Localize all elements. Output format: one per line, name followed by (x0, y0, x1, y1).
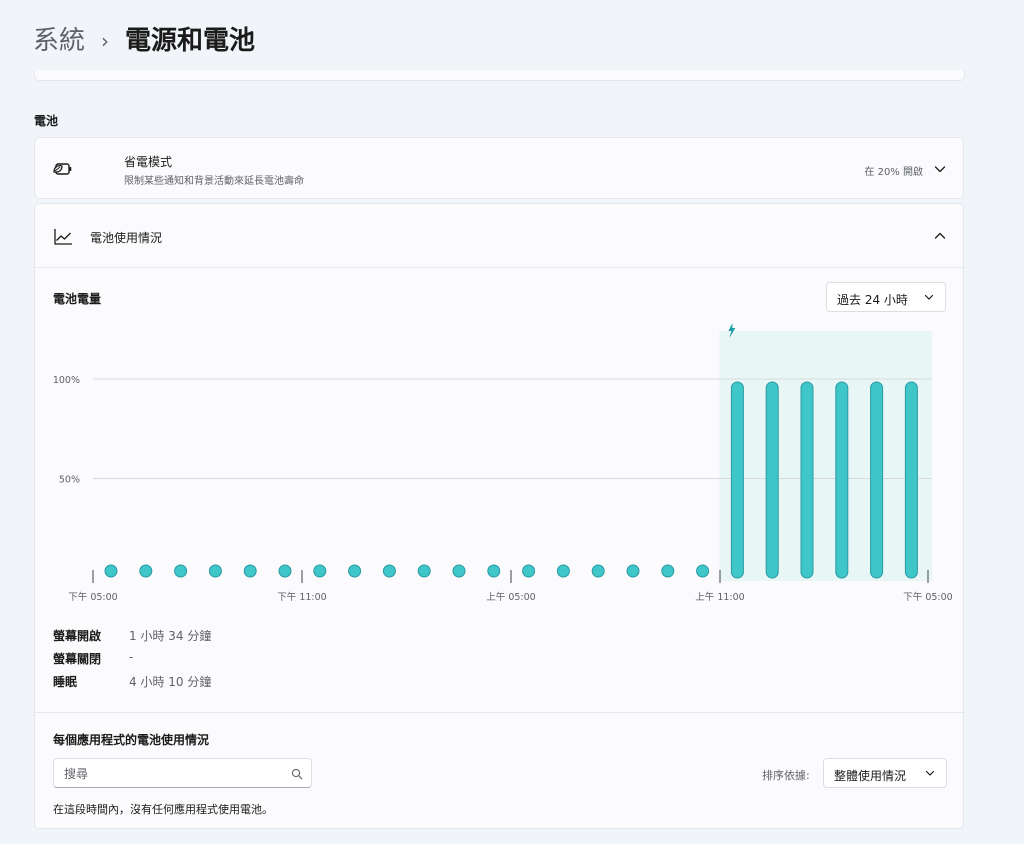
stat-label: 螢幕關閉 (53, 652, 102, 666)
battery-bar (870, 381, 884, 579)
battery-dot (452, 564, 466, 578)
battery-dot (591, 564, 605, 578)
x-tick-label: 上午 05:00 (486, 591, 535, 603)
battery-saver-status: 在 20% 開啟 (864, 167, 923, 178)
battery-dot (522, 564, 536, 578)
battery-bar (800, 381, 814, 579)
battery-bar (835, 381, 849, 579)
battery-dot (104, 564, 118, 578)
battery-dot (556, 564, 570, 578)
battery-saver-card[interactable]: 省電模式 限制某些通知和背景活動來延長電池壽命 在 20% 開啟 (34, 137, 964, 199)
line-chart-icon (54, 229, 72, 245)
battery-saver-title: 省電模式 (124, 155, 173, 169)
charging-band (719, 331, 933, 581)
battery-leaf-icon (53, 163, 72, 175)
battery-dot (208, 564, 222, 578)
sort-dropdown[interactable]: 整體使用情況 (823, 758, 947, 788)
y-tick-label: 100% (53, 375, 80, 386)
battery-bar (904, 381, 918, 579)
breadcrumb-separator: › (101, 29, 110, 53)
search-input[interactable] (62, 765, 276, 783)
time-range-dropdown[interactable]: 過去 24 小時 (826, 282, 946, 312)
battery-dot (417, 564, 431, 578)
battery-dot (696, 564, 710, 578)
battery-dot (348, 564, 362, 578)
app-search-box[interactable] (53, 758, 312, 788)
time-range-value: 過去 24 小時 (837, 293, 908, 307)
chevron-down-icon (925, 770, 935, 776)
battery-dot (278, 564, 292, 578)
stat-label: 睡眠 (53, 675, 78, 689)
battery-dot (313, 564, 327, 578)
divider (35, 712, 963, 713)
stat-value: - (129, 650, 134, 664)
stat-label: 螢幕開啟 (53, 629, 102, 643)
battery-level-chart: 100% 50% 下午 05:00 下午 11:00 上午 05:00 上午 11:00 下… (53, 323, 953, 603)
breadcrumb: 系統 › 電源和電池 (33, 24, 255, 58)
x-tick-label: 下午 05:00 (903, 591, 952, 603)
sort-value: 整體使用情況 (834, 769, 907, 783)
battery-dot (139, 564, 153, 578)
chevron-up-icon[interactable] (933, 229, 947, 243)
battery-level-title: 電池電量 (53, 292, 102, 306)
empty-message: 在這段時間內，沒有任何應用程式使用電池。 (53, 803, 273, 816)
breadcrumb-parent[interactable]: 系統 (33, 24, 85, 58)
battery-dot (382, 564, 396, 578)
battery-usage-header[interactable]: 電池使用情況 (35, 204, 963, 268)
chevron-down-icon[interactable] (933, 162, 947, 176)
section-label-battery: 電池 (34, 114, 59, 128)
battery-dot (174, 564, 188, 578)
per-app-usage-title: 每個應用程式的電池使用情況 (53, 733, 210, 747)
sort-label: 排序依據: (762, 769, 810, 782)
stat-value: 1 小時 34 分鐘 (129, 629, 212, 643)
stat-value: 4 小時 10 分鐘 (129, 675, 212, 689)
x-tick-label: 上午 11:00 (695, 591, 744, 603)
x-tick-label: 下午 05:00 (68, 591, 117, 603)
x-tick-label: 下午 11:00 (277, 591, 326, 603)
battery-dot (626, 564, 640, 578)
y-tick-label: 50% (59, 475, 80, 486)
battery-dot (661, 564, 675, 578)
previous-card-edge (34, 70, 965, 81)
search-icon[interactable] (291, 768, 303, 780)
chevron-down-icon (924, 294, 934, 300)
battery-dot (243, 564, 257, 578)
battery-usage-card: 電池使用情況 電池電量 過去 24 小時 100% 50% 下午 05:00 下午 1… (34, 203, 964, 829)
battery-dot (487, 564, 501, 578)
battery-bar (765, 381, 779, 579)
page-title: 電源和電池 (125, 26, 256, 56)
battery-usage-title: 電池使用情況 (90, 231, 163, 245)
battery-bar (730, 381, 744, 579)
battery-saver-subtitle: 限制某些通知和背景活動來延長電池壽命 (124, 176, 304, 187)
